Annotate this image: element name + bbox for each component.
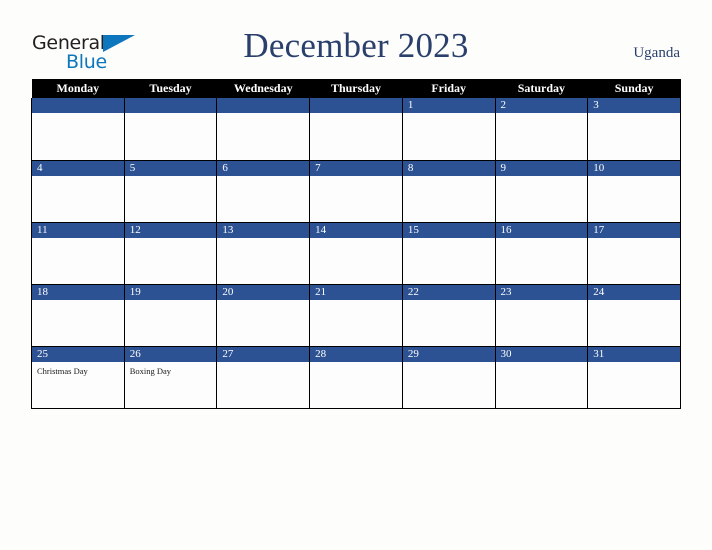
day-number: [310, 98, 402, 113]
calendar-empty-cell[interactable]: [31, 98, 125, 161]
calendar-day-cell[interactable]: 14: [309, 222, 403, 285]
calendar-day-cell[interactable]: 18: [31, 284, 125, 347]
day-number: 3: [588, 98, 680, 113]
calendar-day-cell[interactable]: 4: [31, 160, 125, 223]
calendar-day-cell[interactable]: 15: [401, 222, 496, 285]
calendar-day-cell[interactable]: 1: [401, 98, 496, 161]
day-number: 29: [402, 346, 495, 362]
day-number: 6: [217, 160, 310, 176]
calendar-week-row: 4 5 6 7 8 9 10: [31, 160, 681, 223]
calendar-day-cell[interactable]: 30: [494, 346, 589, 409]
day-number: 31: [588, 346, 680, 362]
calendar-day-cell[interactable]: 22: [401, 284, 496, 347]
weekday-header-monday: Monday: [31, 79, 125, 98]
calendar-week-row: 11 12 13 14 15 16 17: [31, 222, 681, 285]
calendar-day-cell[interactable]: 11: [31, 222, 125, 285]
day-number: 2: [495, 98, 588, 113]
calendar-day-cell[interactable]: 26 Boxing Day: [123, 346, 218, 409]
day-number: [124, 98, 217, 113]
calendar-empty-cell[interactable]: [216, 98, 311, 161]
day-number: 1: [402, 98, 495, 113]
day-number: 21: [310, 284, 402, 300]
calendar-week-row: 123: [31, 98, 681, 161]
calendar-day-cell[interactable]: 23: [494, 284, 589, 347]
calendar-empty-cell[interactable]: [309, 98, 403, 161]
day-number: 30: [495, 346, 588, 362]
day-number: 16: [495, 222, 588, 238]
calendar-day-cell[interactable]: 6: [216, 160, 311, 223]
day-number: 11: [32, 222, 124, 238]
day-number: 9: [495, 160, 588, 176]
day-number: 22: [402, 284, 495, 300]
calendar-day-cell[interactable]: 12: [123, 222, 218, 285]
day-number: 8: [402, 160, 495, 176]
day-number: 27: [217, 346, 310, 362]
day-number: 25: [32, 346, 124, 362]
calendar-day-cell[interactable]: 16: [494, 222, 589, 285]
day-number: 14: [310, 222, 402, 238]
holiday-label: Christmas Day: [37, 365, 88, 376]
calendar-day-cell[interactable]: 9: [494, 160, 589, 223]
calendar-day-cell[interactable]: 20: [216, 284, 311, 347]
day-number: [217, 98, 310, 113]
day-number: 13: [217, 222, 310, 238]
calendar-day-cell[interactable]: 2: [494, 98, 589, 161]
day-number: 20: [217, 284, 310, 300]
day-number: 7: [310, 160, 402, 176]
weekday-header-saturday: Saturday: [495, 79, 588, 98]
day-number: [32, 98, 124, 113]
day-number: 23: [495, 284, 588, 300]
calendar-day-cell[interactable]: 7: [309, 160, 403, 223]
calendar-day-cell[interactable]: 19: [123, 284, 218, 347]
calendar-day-cell[interactable]: 25 Christmas Day: [31, 346, 125, 409]
calendar-day-cell[interactable]: 27: [216, 346, 311, 409]
calendar-day-cell[interactable]: 8: [401, 160, 496, 223]
calendar-day-cell[interactable]: 24: [587, 284, 681, 347]
day-number: 26: [124, 346, 217, 362]
calendar-day-cell[interactable]: 10: [587, 160, 681, 223]
calendar-day-cell[interactable]: 5: [123, 160, 218, 223]
country-label: Uganda: [633, 45, 680, 61]
day-number: 12: [124, 222, 217, 238]
day-number: 24: [588, 284, 680, 300]
calendar-day-cell[interactable]: 17: [587, 222, 681, 285]
weekday-header-wednesday: Wednesday: [216, 79, 310, 98]
weekday-header-sunday: Sunday: [587, 79, 681, 98]
page-title: December 2023: [243, 26, 469, 65]
calendar-day-cell[interactable]: 29: [401, 346, 496, 409]
day-number: 15: [402, 222, 495, 238]
page-header: General Blue December 2023 Uganda: [0, 0, 712, 78]
weekday-header-friday: Friday: [402, 79, 496, 98]
weekday-header-tuesday: Tuesday: [124, 79, 217, 98]
calendar-grid: Monday Tuesday Wednesday Thursday Friday…: [31, 79, 681, 409]
day-number: 19: [124, 284, 217, 300]
calendar-day-cell[interactable]: 28: [309, 346, 403, 409]
calendar-day-cell[interactable]: 3: [587, 98, 681, 161]
calendar-week-row: 18 19 20 21 22 23 24: [31, 284, 681, 347]
holiday-label: Boxing Day: [129, 365, 172, 376]
calendar-day-cell[interactable]: 13: [216, 222, 311, 285]
calendar-week-row: 25 Christmas Day 26 Boxing Day 27 28 29 30 31: [31, 346, 681, 409]
weekday-header-thursday: Thursday: [309, 79, 403, 98]
calendar-day-cell[interactable]: 21: [309, 284, 403, 347]
calendar-day-cell[interactable]: 31: [587, 346, 681, 409]
day-number: 28: [310, 346, 402, 362]
day-number: 4: [32, 160, 124, 176]
day-number: 10: [588, 160, 680, 176]
day-number: 17: [588, 222, 680, 238]
weekday-header-row: Monday Tuesday Wednesday Thursday Friday…: [31, 79, 681, 98]
day-number: 18: [32, 284, 124, 300]
calendar-empty-cell[interactable]: [123, 98, 218, 161]
calendar-body: 1 2 3 4 5 6 7 8 9 10 11 12 13 14 15 16 17 18 19 20 21 22 23 24 2…: [31, 98, 681, 409]
day-number: 5: [124, 160, 217, 176]
